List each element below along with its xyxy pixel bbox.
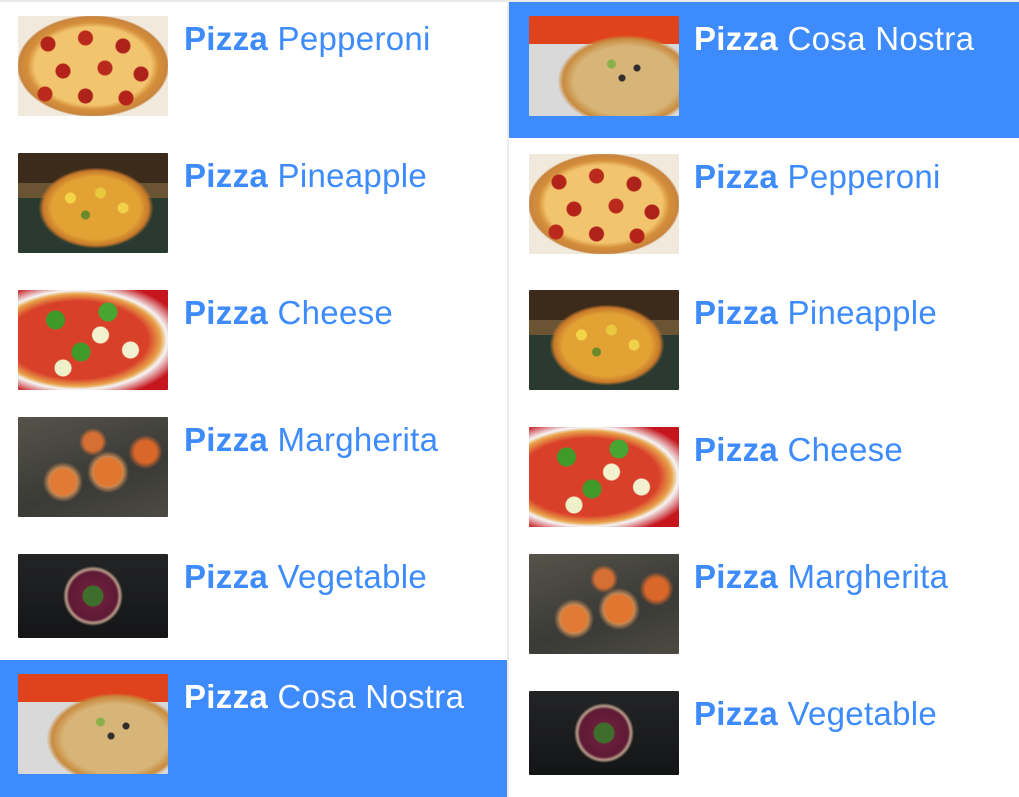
list-item-margherita[interactable]: Pizza Margherita [0,403,507,536]
list-item-pepperoni[interactable]: Pizza Pepperoni [509,140,1019,273]
item-label: Pizza Pepperoni [184,20,431,57]
pepperoni-pizza-image [18,16,168,116]
pineapple-pizza-image [18,153,168,253]
list-item-pineapple[interactable]: Pizza Pineapple [509,276,1019,409]
pepperoni-pizza-image [529,154,679,254]
item-label: Pizza Vegetable [694,695,938,732]
item-label: Pizza Margherita [694,558,949,595]
list-item-vegetable[interactable]: Pizza Vegetable [509,677,1019,797]
list-item-cheese[interactable]: Pizza Cheese [509,413,1019,546]
pineapple-pizza-image [529,290,679,390]
list-item-cosa-nostra[interactable]: Pizza Cosa Nostra [509,2,1019,138]
item-label: Pizza Pineapple [184,157,428,194]
item-label: Pizza Cheese [184,294,394,331]
margherita-pizza-image [529,554,679,654]
item-label: Pizza Pineapple [694,294,938,331]
vegetable-pizza-image [529,691,679,775]
item-label: Pizza Cosa Nostra [184,678,465,715]
cosa-nostra-pizza-image [529,16,679,116]
list-item-vegetable[interactable]: Pizza Vegetable [0,540,507,660]
item-label: Pizza Pepperoni [694,158,941,195]
item-label: Pizza Margherita [184,421,439,458]
cheese-pizza-image [18,290,168,390]
list-item-pineapple[interactable]: Pizza Pineapple [0,139,507,272]
item-label: Pizza Vegetable [184,558,428,595]
list-item-cosa-nostra[interactable]: Pizza Cosa Nostra [0,660,507,797]
item-label: Pizza Cosa Nostra [694,20,975,57]
item-label: Pizza Cheese [694,431,904,468]
margherita-pizza-image [18,417,168,517]
list-item-pepperoni[interactable]: Pizza Pepperoni [0,2,507,135]
cheese-pizza-image [529,427,679,527]
vegetable-pizza-image [18,554,168,638]
cosa-nostra-pizza-image [18,674,168,774]
pizza-list-app: Pizza Pepperoni Pizza Pineapple Pizza Ch… [0,0,1019,797]
list-item-cheese[interactable]: Pizza Cheese [0,276,507,409]
list-item-margherita[interactable]: Pizza Margherita [509,540,1019,673]
